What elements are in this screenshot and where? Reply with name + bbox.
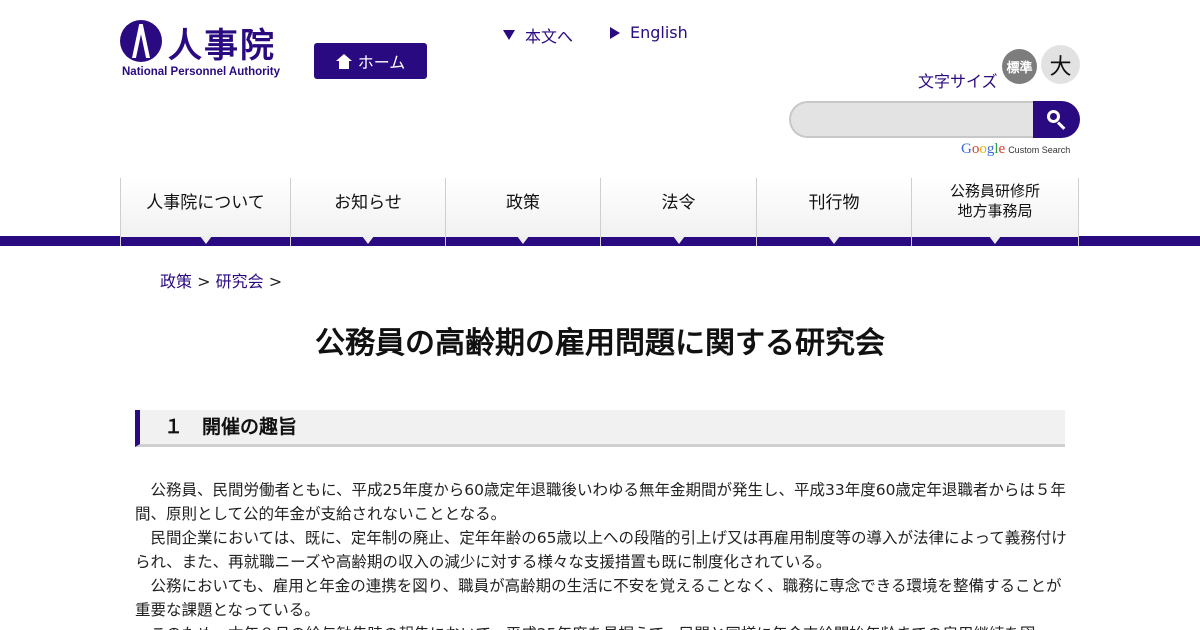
nav-item-policy[interactable]: 政策 (445, 178, 600, 246)
home-button-label: ホーム (357, 53, 406, 72)
npa-emblem-icon (120, 20, 162, 62)
skip-link-label: 本文へ (525, 27, 574, 46)
breadcrumb-link-policy[interactable]: 政策 (160, 272, 192, 291)
notch-down-icon (989, 236, 1001, 244)
logo-japanese: 人事院 (168, 26, 276, 66)
nav-item-news[interactable]: お知らせ (290, 178, 445, 246)
paragraph: このため、本年８月の給与勧告時の報告において、平成25年度を見据えて、民間と同様… (135, 622, 1067, 630)
paragraph: 公務においても、雇用と年金の連携を図り、職員が高齢期の生活に不安を覚えることなく… (135, 577, 1062, 619)
english-link[interactable]: English (610, 23, 688, 42)
page-title: 公務員の高齢期の雇用問題に関する研究会 (315, 326, 885, 361)
global-nav: 人事院について お知らせ 政策 法令 刊行物 公務員研修所 地方事務局 (120, 178, 1079, 246)
font-size-large-button[interactable]: 大 (1041, 45, 1080, 84)
english-link-label: English (630, 23, 688, 42)
paragraph: 公務員、民間労働者ともに、平成25年度から60歳定年退職後いわゆる無年金期間が発… (135, 481, 1066, 523)
triangle-right-icon (610, 26, 620, 39)
notch-down-icon (199, 236, 212, 244)
breadcrumb-separator: > (268, 272, 283, 291)
notch-down-icon (517, 236, 529, 244)
notch-down-icon (362, 236, 374, 244)
triangle-down-icon (503, 30, 515, 40)
nav-item-label: 人事院について (146, 193, 265, 213)
nav-item-label: 刊行物 (808, 193, 860, 213)
skip-to-content-link[interactable]: 本文へ (503, 23, 573, 47)
section-heading: １ 開催の趣旨 (135, 410, 1065, 447)
nav-item-about[interactable]: 人事院について (120, 178, 290, 246)
search-button[interactable] (1033, 101, 1080, 138)
nav-item-laws[interactable]: 法令 (600, 178, 756, 246)
breadcrumb-separator: > (197, 272, 211, 291)
nav-item-publications[interactable]: 刊行物 (756, 178, 911, 246)
home-button[interactable]: ホーム (314, 43, 427, 79)
nav-item-label: お知らせ (334, 193, 402, 213)
nav-item-label: 政策 (506, 193, 540, 213)
search-input[interactable] (789, 101, 1039, 138)
nav-item-training-regional[interactable]: 公務員研修所 地方事務局 (911, 178, 1079, 246)
breadcrumb-link-study-group[interactable]: 研究会 (216, 272, 264, 291)
google-logo: Google (961, 141, 1006, 157)
custom-search-label: Custom Search (1008, 145, 1071, 155)
site-logo[interactable]: 人事院 National Personnel Authority (120, 20, 292, 80)
home-icon (335, 53, 352, 69)
paragraph: 民間企業においては、既に、定年制の廃止、定年年齢の65歳以上への段階的引上げ又は… (135, 529, 1067, 571)
section-body: 公務員、民間労働者ともに、平成25年度から60歳定年退職後いわゆる無年金期間が発… (135, 478, 1067, 630)
notch-down-icon (672, 236, 685, 244)
google-custom-search-badge: Google Custom Search (961, 141, 1070, 158)
breadcrumb: 政策 > 研究会 > (160, 268, 282, 292)
notch-down-icon (828, 236, 840, 244)
nav-item-label: 公務員研修所 地方事務局 (949, 182, 1040, 220)
font-size-standard-button[interactable]: 標準 (1002, 49, 1037, 84)
logo-english: National Personnel Authority (122, 66, 281, 78)
nav-item-label: 法令 (661, 193, 696, 213)
font-size-label: 文字サイズ (918, 72, 998, 91)
